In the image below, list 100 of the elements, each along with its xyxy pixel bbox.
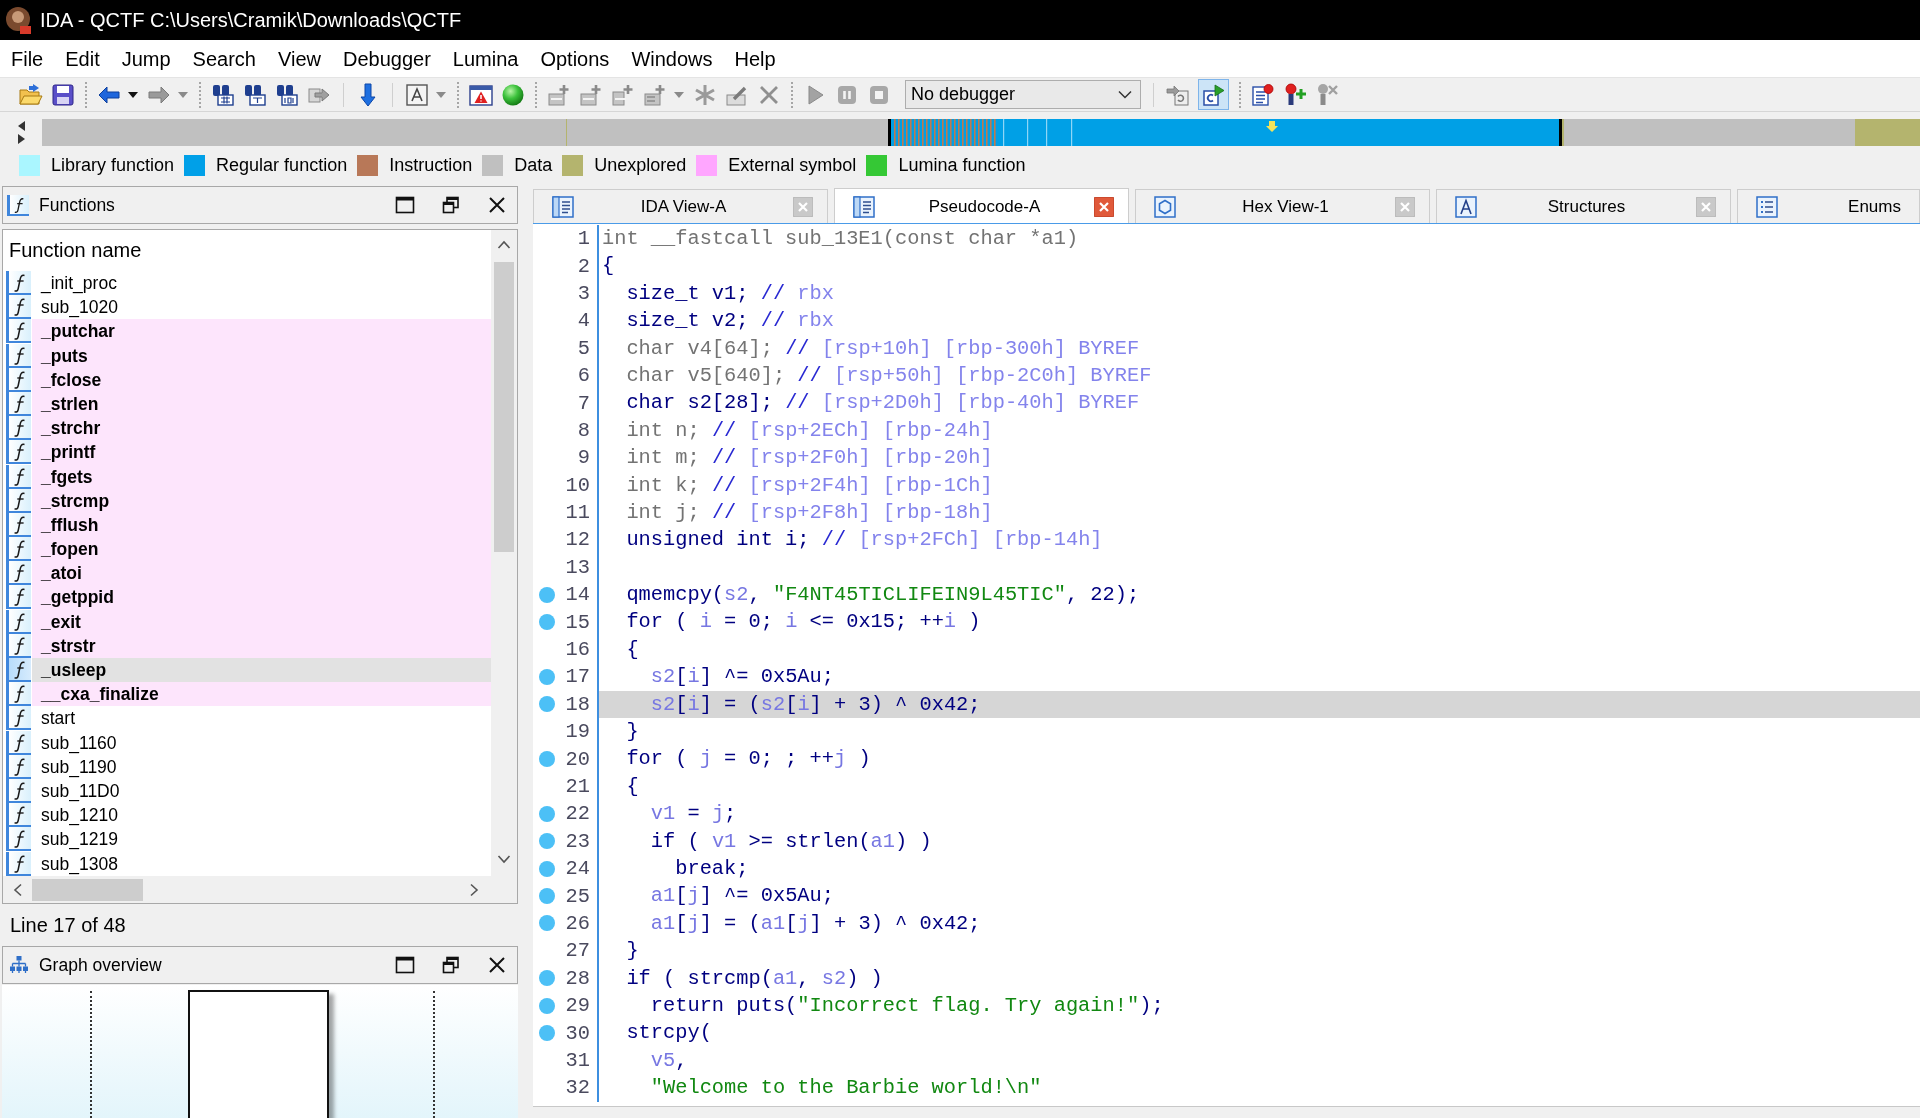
dot-icon[interactable] <box>539 860 555 877</box>
function-item[interactable]: _strcmp <box>32 488 491 513</box>
function-icon <box>6 682 31 707</box>
dot-icon[interactable] <box>539 614 555 631</box>
menu-item[interactable]: Search <box>192 45 256 72</box>
restore-icon[interactable] <box>441 955 461 975</box>
function-item[interactable]: _putchar <box>32 319 491 344</box>
function-item[interactable]: _atoi <box>32 561 491 586</box>
tab[interactable]: Structures <box>1436 189 1731 223</box>
line-number: 23 <box>565 829 590 853</box>
dot-icon[interactable] <box>539 915 555 932</box>
plus-block-icon[interactable] <box>547 82 571 107</box>
function-item[interactable]: __cxa_finalize <box>32 682 491 707</box>
line-number: 29 <box>565 994 590 1018</box>
column-header[interactable]: Function name <box>9 239 142 262</box>
dot-icon[interactable] <box>539 1025 555 1041</box>
function-item[interactable]: _fflush <box>32 512 491 538</box>
function-item[interactable]: _puts <box>32 343 491 368</box>
line-number: 5 <box>577 336 590 360</box>
document-icon <box>853 195 875 218</box>
dot-icon[interactable] <box>539 805 555 822</box>
dot-icon[interactable] <box>539 888 555 905</box>
dot-icon[interactable] <box>539 970 555 987</box>
close-icon[interactable] <box>487 195 507 215</box>
dot-icon[interactable] <box>539 668 555 685</box>
function-item[interactable]: _fclose <box>32 367 491 392</box>
function-item[interactable]: _strstr <box>32 633 491 658</box>
binoculars-icon[interactable] <box>243 82 267 107</box>
menu-item[interactable]: Options <box>540 45 610 72</box>
menu-item[interactable]: Edit <box>65 45 100 72</box>
line-number: 10 <box>565 473 590 497</box>
pin-x-icon[interactable] <box>1315 82 1339 107</box>
navigation-band[interactable] <box>42 119 1920 146</box>
caret-down-icon[interactable] <box>127 90 139 99</box>
scrollbar-thumb[interactable] <box>494 262 514 552</box>
function-icon <box>6 827 31 852</box>
line-number: 31 <box>565 1048 590 1072</box>
menu-item[interactable]: Windows <box>631 45 713 72</box>
close-icon[interactable] <box>487 955 507 975</box>
function-item[interactable]: _strchr <box>32 416 491 441</box>
plus-block-icon[interactable] <box>579 82 603 107</box>
function-item[interactable]: _usleep <box>32 658 491 683</box>
menu-item[interactable]: File <box>11 45 44 72</box>
menu-item[interactable]: Lumina <box>452 45 519 72</box>
function-item[interactable]: _fopen <box>32 537 491 562</box>
line-number: 20 <box>565 747 590 771</box>
function-item[interactable]: _printf <box>32 440 491 465</box>
function-item[interactable]: _fgets <box>32 464 491 489</box>
asterisk-icon[interactable] <box>693 82 717 107</box>
dot-icon[interactable] <box>539 696 555 713</box>
toggle-button[interactable] <box>1198 79 1229 110</box>
debugger-select[interactable]: No debugger <box>905 80 1141 109</box>
function-icon <box>6 633 31 658</box>
function-item[interactable]: _getppid <box>32 585 491 610</box>
list-pin-icon[interactable] <box>1251 82 1275 107</box>
warning-icon[interactable] <box>469 82 493 107</box>
dot-icon[interactable] <box>539 586 555 603</box>
function-icon <box>6 730 31 755</box>
function-icon <box>6 488 31 513</box>
line-number: 19 <box>565 720 590 744</box>
function-icon <box>6 706 31 731</box>
plus-block-icon[interactable] <box>643 82 667 107</box>
tab[interactable]: Pseudocode-A <box>834 188 1129 223</box>
open-folder-icon[interactable] <box>19 82 43 107</box>
maximize-icon[interactable] <box>395 955 415 975</box>
function-icon <box>6 803 31 828</box>
text-box-icon[interactable] <box>405 82 429 107</box>
menu-item[interactable]: View <box>278 45 321 72</box>
graph-overview-canvas[interactable] <box>2 985 518 1118</box>
function-item[interactable]: _exit <box>32 609 491 634</box>
dot-icon[interactable] <box>539 751 555 768</box>
line-number: 3 <box>577 281 590 305</box>
tab[interactable]: Hex View-1 <box>1135 189 1430 223</box>
tab[interactable]: IDA View-A <box>533 189 828 223</box>
maximize-icon[interactable] <box>395 195 415 215</box>
line-number: 7 <box>577 391 590 415</box>
menu-item[interactable]: Jump <box>121 45 171 72</box>
sphere-icon[interactable] <box>501 82 525 107</box>
scrollbar-thumb[interactable] <box>32 878 143 901</box>
function-item[interactable]: _strlen <box>32 391 491 417</box>
line-number: 30 <box>565 1021 590 1045</box>
restore-icon[interactable] <box>441 195 461 215</box>
menu-item[interactable]: Help <box>734 45 776 72</box>
line-number: 24 <box>565 857 590 881</box>
menu-item[interactable]: Debugger <box>343 45 431 72</box>
right-arrow-icon[interactable] <box>16 134 26 144</box>
line-number: 2 <box>577 254 590 278</box>
dot-icon[interactable] <box>539 833 555 850</box>
line-number: 18 <box>565 692 590 716</box>
left-arrow-icon[interactable] <box>16 121 26 131</box>
tab[interactable]: Enums <box>1737 189 1920 223</box>
line-number: 25 <box>565 884 590 908</box>
dot-icon[interactable] <box>539 997 555 1014</box>
function-icon <box>6 537 31 562</box>
plus-block-icon[interactable] <box>611 82 635 107</box>
pin-plus-icon[interactable] <box>1283 82 1307 107</box>
save-icon[interactable] <box>51 82 75 107</box>
binoculars-icon[interactable] <box>211 82 235 107</box>
line-number: 13 <box>565 555 590 579</box>
binoculars-icon[interactable] <box>275 82 299 107</box>
